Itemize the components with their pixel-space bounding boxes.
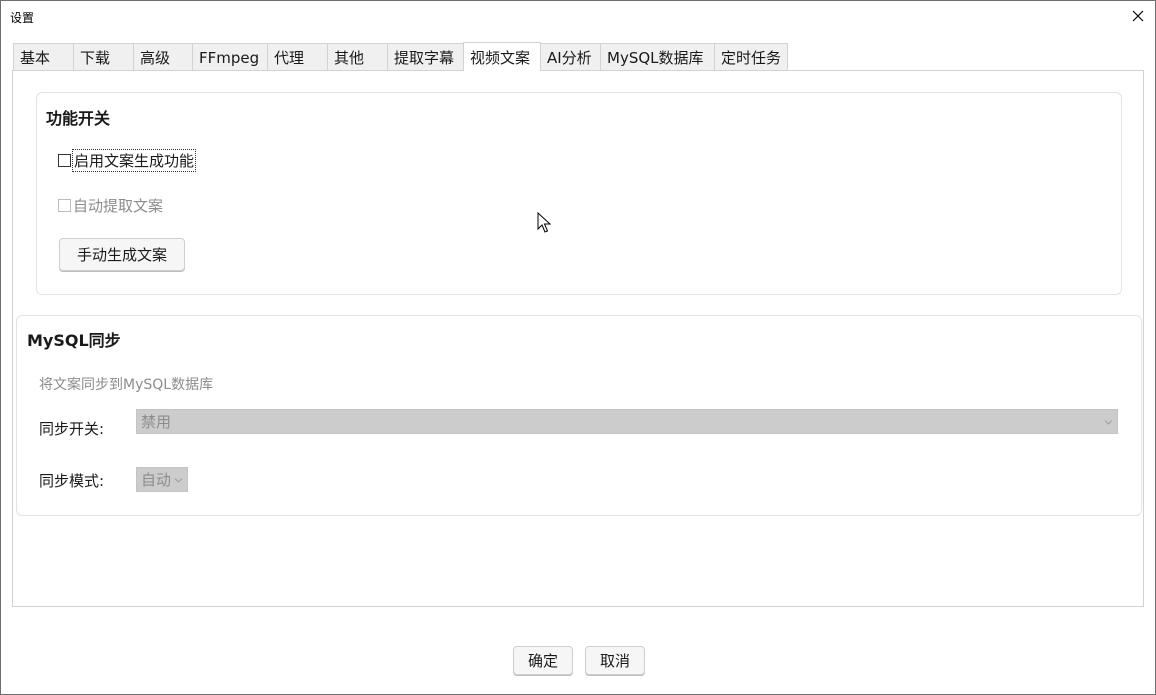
feature-group-title: 功能开关 xyxy=(46,109,111,128)
settings-dialog: 设置 基本 下载 高级 FFmpeg 代理 其他 提取字幕 视频文案 AI分析 … xyxy=(0,0,1156,695)
sync-switch-label: 同步开关: xyxy=(39,420,105,438)
enable-copywriting-checkbox-box[interactable] xyxy=(58,154,71,167)
tab-other[interactable]: 其他 xyxy=(327,43,388,71)
tab-panel-video-copywriting: 功能开关 启用文案生成功能 自动提取文案 手动生成文案 MySQL同步 将文案同… xyxy=(12,70,1144,607)
tab-ai-analysis[interactable]: AI分析 xyxy=(540,43,601,71)
tab-bar: 基本 下载 高级 FFmpeg 代理 其他 提取字幕 视频文案 AI分析 MyS… xyxy=(13,42,788,71)
close-icon xyxy=(1132,10,1144,22)
window-title: 设置 xyxy=(10,11,35,25)
close-button[interactable] xyxy=(1125,3,1151,29)
tab-video-copywriting[interactable]: 视频文案 xyxy=(463,42,541,71)
auto-extract-checkbox-box xyxy=(58,199,71,212)
tab-mysql-database[interactable]: MySQL数据库 xyxy=(600,43,715,71)
tab-ffmpeg[interactable]: FFmpeg xyxy=(192,43,268,71)
tab-proxy[interactable]: 代理 xyxy=(267,43,328,71)
mysql-sync-hint: 将文案同步到MySQL数据库 xyxy=(39,377,214,393)
tab-extract-subtitles[interactable]: 提取字幕 xyxy=(387,43,464,71)
sync-mode-select: 自动 xyxy=(136,467,188,492)
chevron-down-icon xyxy=(174,477,183,483)
mouse-pointer-icon xyxy=(537,212,551,233)
mysql-group-title: MySQL同步 xyxy=(27,331,121,350)
ok-button[interactable]: 确定 xyxy=(513,646,573,675)
sync-mode-label: 同步模式: xyxy=(39,472,105,490)
tab-scheduled-tasks[interactable]: 定时任务 xyxy=(714,43,788,71)
tab-advanced[interactable]: 高级 xyxy=(133,43,193,71)
tab-download[interactable]: 下载 xyxy=(73,43,134,71)
sync-switch-value: 禁用 xyxy=(141,413,172,431)
cancel-button[interactable]: 取消 xyxy=(585,646,645,675)
manual-generate-button[interactable]: 手动生成文案 xyxy=(59,238,185,271)
enable-copywriting-checkbox[interactable]: 启用文案生成功能 xyxy=(58,149,197,172)
auto-extract-checkbox: 自动提取文案 xyxy=(58,195,163,216)
sync-switch-select: 禁用 xyxy=(136,409,1118,434)
tab-basic[interactable]: 基本 xyxy=(13,43,74,71)
enable-copywriting-label[interactable]: 启用文案生成功能 xyxy=(71,149,197,172)
sync-mode-value: 自动 xyxy=(141,471,170,489)
feature-switch-group: 功能开关 启用文案生成功能 自动提取文案 手动生成文案 xyxy=(36,92,1122,295)
mysql-sync-group: MySQL同步 将文案同步到MySQL数据库 同步开关: 禁用 同步模式: 自动 xyxy=(16,315,1142,516)
chevron-down-icon xyxy=(1104,419,1113,425)
title-bar: 设置 xyxy=(1,1,1155,31)
auto-extract-label: 自动提取文案 xyxy=(73,197,164,215)
